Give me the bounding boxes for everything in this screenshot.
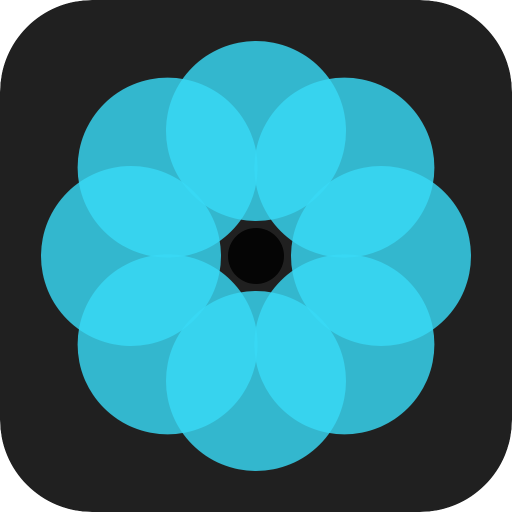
center-hole [228,228,284,284]
flower-logo-icon [0,0,512,512]
app-icon-tile[interactable] [0,0,512,512]
petal-circle [77,77,258,258]
icon-canvas [0,0,512,512]
